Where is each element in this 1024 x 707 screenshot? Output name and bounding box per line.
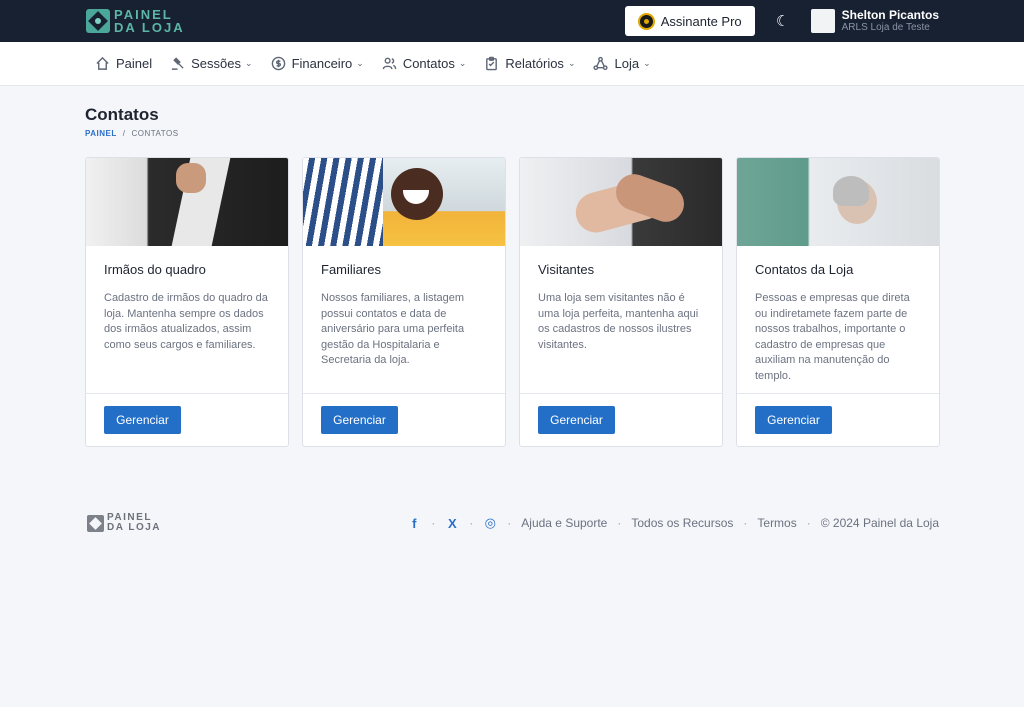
dollar-icon	[271, 56, 285, 71]
user-org: ARLS Loja de Teste	[841, 22, 930, 33]
pro-badge-icon	[637, 12, 655, 30]
card-title: Visitantes	[538, 262, 595, 277]
card-text: Pessoas e empresas que direta ou indiret…	[755, 292, 910, 382]
card-irmaos: Irmãos do quadro Cadastro de irmãos do q…	[85, 157, 289, 447]
breadcrumb-painel[interactable]: PAINEL	[85, 129, 117, 138]
nav-label: Relatórios	[505, 56, 564, 71]
moon-icon: ☾	[775, 13, 790, 30]
user-name: Shelton Picantos	[841, 8, 939, 22]
logo-mark-icon	[87, 514, 104, 532]
logo-mark-icon	[86, 9, 110, 33]
main-nav: Painel Sessões ⌄ Financeiro ⌄ Contatos ⌄…	[0, 42, 1024, 86]
avatar	[810, 9, 835, 33]
pro-label: Assinante Pro	[660, 13, 742, 29]
chevron-down-icon: ⌄	[643, 58, 651, 68]
gavel-icon	[172, 57, 184, 70]
card-image-nurse	[737, 158, 939, 246]
card-title: Contatos da Loja	[755, 262, 854, 277]
page-title: Contatos	[85, 105, 159, 124]
user-menu[interactable]: Shelton Picantos ARLS Loja de Teste	[810, 8, 939, 34]
manage-button-familiares[interactable]: Gerenciar	[321, 406, 398, 434]
footer-logo-line2: DA LOJA	[107, 522, 162, 533]
logo-line2: DA LOJA	[114, 20, 185, 35]
contact-cards: Irmãos do quadro Cadastro de irmãos do q…	[85, 157, 940, 447]
footer-logo[interactable]: PAINEL DA LOJA	[87, 513, 161, 533]
chevron-down-icon: ⌄	[356, 58, 364, 68]
nav-item-painel[interactable]: Painel	[95, 56, 152, 71]
dark-mode-toggle[interactable]: ☾	[773, 12, 793, 30]
x-icon[interactable]: X	[445, 516, 459, 531]
home-icon	[96, 56, 109, 70]
card-text: Nossos familiares, a listagem possui con…	[321, 292, 465, 366]
breadcrumb-current: CONTATOS	[131, 129, 179, 138]
footer-copyright: © 2024 Painel da Loja	[820, 516, 939, 530]
footer-links: f · X · ◎ · Ajuda e Suporte · Todos os R…	[407, 515, 939, 531]
card-text: Uma loja sem visitantes não é uma loja p…	[538, 292, 699, 351]
nav-label: Loja	[614, 56, 640, 71]
breadcrumb-separator: /	[122, 129, 126, 138]
nav-item-relatorios[interactable]: Relatórios ⌄	[484, 56, 575, 71]
instagram-icon[interactable]: ◎	[483, 515, 497, 531]
nav-item-sessoes[interactable]: Sessões ⌄	[170, 56, 253, 71]
footer: PAINEL DA LOJA f · X · ◎ · Ajuda e Supor…	[87, 513, 939, 533]
nav-label: Painel	[116, 56, 153, 71]
chevron-down-icon: ⌄	[458, 58, 467, 68]
manage-button-irmaos[interactable]: Gerenciar	[104, 406, 181, 434]
facebook-icon[interactable]: f	[407, 516, 421, 531]
footer-link-terms[interactable]: Termos	[757, 516, 796, 530]
nav-label: Financeiro	[291, 56, 353, 71]
card-image-handshake	[520, 158, 722, 246]
subscriber-pro-button[interactable]: Assinante Pro	[624, 6, 755, 36]
card-visitantes: Visitantes Uma loja sem visitantes não é…	[519, 157, 723, 447]
nav-item-contatos[interactable]: Contatos ⌄	[382, 56, 467, 71]
top-right-actions: Assinante Pro ☾ Shelton Picantos ARLS Lo…	[624, 6, 939, 36]
app-logo[interactable]: PAINEL DA LOJA	[86, 8, 185, 34]
breadcrumb: PAINEL / CONTATOS	[85, 129, 179, 138]
page-header: Contatos PAINEL / CONTATOS	[85, 105, 179, 138]
card-contatos-loja: Contatos da Loja Pessoas e empresas que …	[736, 157, 940, 447]
nav-label: Contatos	[402, 56, 455, 71]
nav-label: Sessões	[191, 56, 242, 71]
clipboard-icon	[486, 56, 498, 71]
footer-link-features[interactable]: Todos os Recursos	[631, 516, 733, 530]
top-bar: PAINEL DA LOJA Assinante Pro ☾ Shelton P…	[0, 0, 1024, 42]
card-title: Irmãos do quadro	[104, 262, 206, 277]
chevron-down-icon: ⌄	[567, 58, 576, 68]
nav-item-financeiro[interactable]: Financeiro ⌄	[271, 56, 364, 71]
users-icon	[382, 57, 397, 70]
card-image-suit	[86, 158, 288, 246]
card-text: Cadastro de irmãos do quadro da loja. Ma…	[104, 292, 268, 351]
card-image-child	[303, 158, 505, 246]
card-familiares: Familiares Nossos familiares, a listagem…	[302, 157, 506, 447]
card-title: Familiares	[321, 262, 381, 277]
nav-item-loja[interactable]: Loja ⌄	[593, 56, 651, 71]
manage-button-visitantes[interactable]: Gerenciar	[538, 406, 615, 434]
footer-link-help[interactable]: Ajuda e Suporte	[521, 516, 607, 530]
network-icon	[593, 56, 609, 71]
manage-button-contatos-loja[interactable]: Gerenciar	[755, 406, 832, 434]
chevron-down-icon: ⌄	[245, 58, 253, 68]
